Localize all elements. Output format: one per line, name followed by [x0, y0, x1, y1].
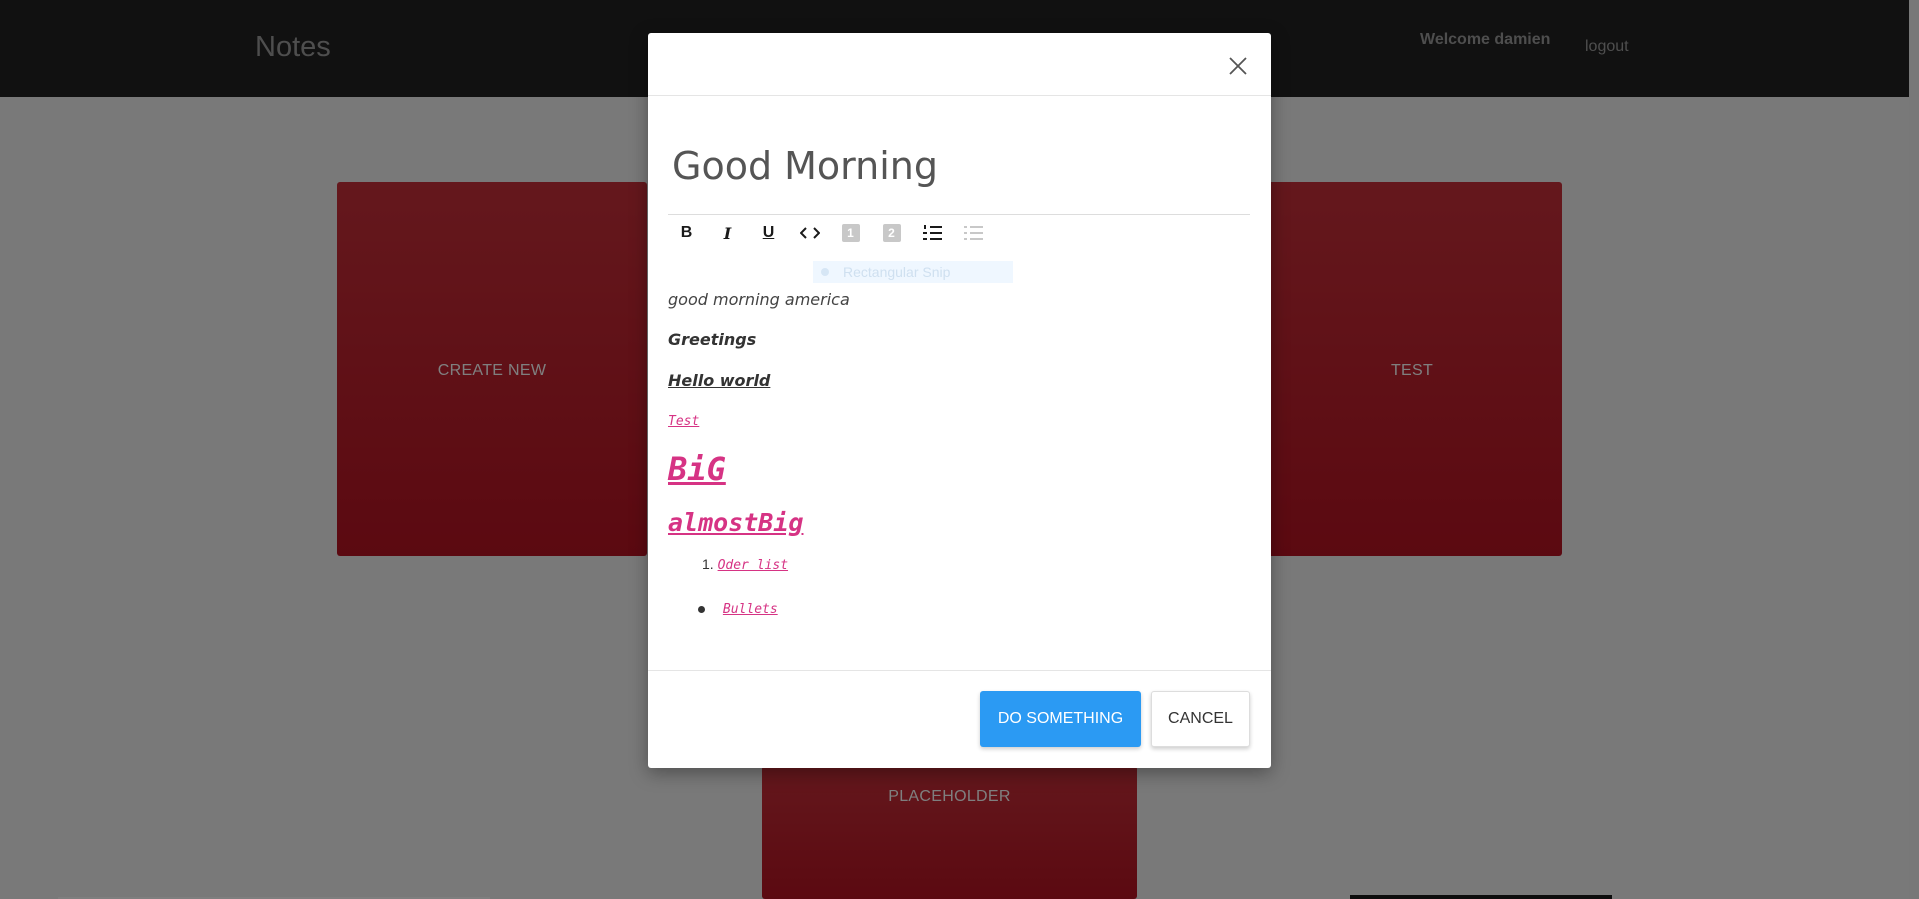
bold-icon: B — [680, 224, 693, 241]
bulleted-list-icon — [963, 224, 984, 242]
editor-line-code: Test — [668, 414, 700, 429]
bulleted-list-button[interactable] — [953, 217, 994, 249]
editor-heading-one: BiG — [668, 450, 726, 488]
editor-line-bold-italic: Greetings — [668, 330, 757, 349]
bullet-dot-icon — [698, 605, 705, 613]
modal-footer: DO SOMETHING CANCEL — [648, 670, 1271, 769]
italic-button[interactable]: I — [707, 217, 748, 249]
ordered-list-item: 1. Oder list — [702, 556, 788, 573]
heading-two-button[interactable]: 2 — [871, 217, 912, 249]
heading-two-icon: 2 — [882, 224, 901, 242]
underline-icon: U — [762, 224, 775, 241]
code-icon — [799, 226, 820, 240]
heading-one-button[interactable]: 1 — [830, 217, 871, 249]
snip-tooltip-ghost: Rectangular Snip — [813, 261, 1013, 283]
close-icon[interactable] — [1227, 55, 1249, 77]
note-editor-modal: B I U 1 2 — [648, 33, 1271, 768]
editor-line-italic: good morning america — [668, 290, 850, 309]
note-title-input[interactable] — [672, 143, 1247, 189]
cancel-button[interactable]: CANCEL — [1151, 691, 1250, 747]
ordered-list-text: Oder list — [717, 558, 789, 573]
underline-button[interactable]: U — [748, 217, 789, 249]
code-button[interactable] — [789, 217, 830, 249]
heading-one-icon: 1 — [841, 224, 860, 242]
ordered-list-icon — [922, 224, 943, 242]
editor-heading-two: almostBig — [668, 508, 804, 537]
bulleted-list-text: Bullets — [722, 602, 778, 617]
ordered-list-number: 1. — [702, 556, 714, 572]
italic-icon: I — [723, 223, 732, 243]
format-toolbar: B I U 1 2 — [666, 217, 994, 249]
modal-header — [648, 33, 1271, 96]
title-underline — [668, 214, 1250, 215]
snip-ghost-label: Rectangular Snip — [843, 264, 951, 280]
snip-dot-icon — [821, 268, 829, 276]
ordered-list-button[interactable] — [912, 217, 953, 249]
editor-line-underlined: Hello world — [668, 371, 771, 390]
bulleted-list-item: Bullets — [698, 600, 778, 617]
bold-button[interactable]: B — [666, 217, 707, 249]
do-something-button[interactable]: DO SOMETHING — [980, 691, 1141, 747]
